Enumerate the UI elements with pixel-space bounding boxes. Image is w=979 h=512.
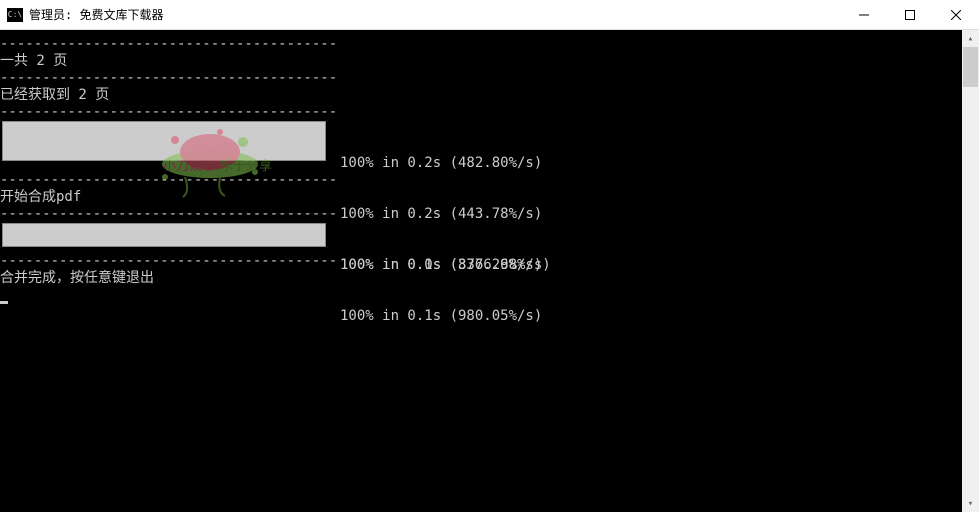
close-button[interactable] — [933, 0, 979, 30]
progress-bar — [2, 121, 326, 161]
titlebar[interactable]: C:\ 管理员: 免费文库下载器 — [0, 0, 979, 30]
cmd-icon: C:\ — [7, 8, 23, 22]
progress-block-1: 100% in 0.2s (482.80%/s) 100% in 0.2s (4… — [0, 121, 962, 163]
progress-block-2: 100% in 0.1s (836.29%/s) 100% in 0.1s (9… — [0, 223, 962, 253]
console-output[interactable]: ----------------------------------------… — [0, 30, 962, 512]
window-title: 管理员: 免费文库下载器 — [29, 6, 841, 23]
window-buttons — [841, 0, 979, 29]
progress-stats: 100% in 0.1s (836.29%/s) 100% in 0.1s (9… — [340, 223, 542, 359]
fetched-line: 已经获取到 2 页 — [0, 87, 962, 104]
scroll-thumb[interactable] — [963, 47, 978, 87]
separator: ---------------------------------------- — [0, 36, 962, 53]
separator: ---------------------------------------- — [0, 70, 962, 87]
total-pages-line: 一共 2 页 — [0, 53, 962, 70]
separator: ---------------------------------------- — [0, 104, 962, 121]
scroll-down-icon[interactable]: ▾ — [962, 495, 979, 512]
cursor-icon — [0, 301, 8, 304]
minimize-button[interactable] — [841, 0, 887, 30]
vertical-scrollbar[interactable]: ▴ ▾ — [962, 30, 979, 512]
scroll-up-icon[interactable]: ▴ — [962, 30, 979, 47]
maximize-button[interactable] — [887, 0, 933, 30]
progress-bar — [2, 223, 326, 247]
